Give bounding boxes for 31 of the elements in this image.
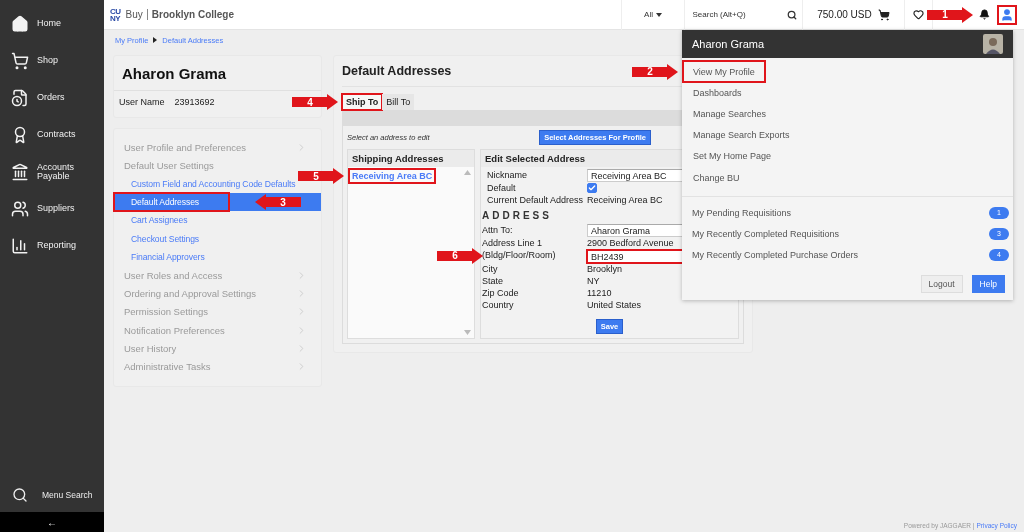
section-heading: ADDRESS <box>482 210 552 221</box>
callout-arrow: 1 <box>927 6 973 23</box>
field-label: Default <box>487 183 517 194</box>
field-label: Zip Code <box>482 288 520 299</box>
field-value: United States <box>587 300 643 311</box>
callout-arrow: 5 <box>298 168 344 184</box>
field-label: State <box>482 276 505 287</box>
user-name-value: 23913692 <box>174 97 215 107</box>
callout-arrow: 4 <box>292 94 338 110</box>
brand-name: Brooklyn College <box>151 9 235 20</box>
callout-arrow: 3 <box>255 194 302 211</box>
brand-prefix: Buy <box>125 9 148 20</box>
field-label: (Bldg/Floor/Room) <box>482 250 556 261</box>
user-menu-name: Aharon Grama <box>692 38 765 50</box>
field-label: Current Default Address <box>487 195 585 206</box>
field-label: Address Line 1 <box>482 238 544 249</box>
field-label: Attn To: <box>482 225 514 236</box>
profile-name: Aharon Grama <box>114 56 321 91</box>
field-value: Brooklyn <box>587 264 624 275</box>
user-name-label: User Name <box>119 97 165 107</box>
field-label: Nickname <box>487 170 529 181</box>
logo: CU NY <box>110 7 121 22</box>
cart-total: 750.00 USD <box>817 9 872 20</box>
field-label: Country <box>482 300 515 311</box>
field-value: 11210 <box>587 288 613 299</box>
panel-title: Shipping Addresses <box>348 150 475 167</box>
field-label: City <box>482 264 499 275</box>
field-value: NY <box>587 276 601 287</box>
field-value: Receiving Area BC <box>587 195 664 206</box>
callout-arrow: 2 <box>632 63 678 80</box>
field-value: 2900 Bedford Avenue <box>587 238 675 249</box>
